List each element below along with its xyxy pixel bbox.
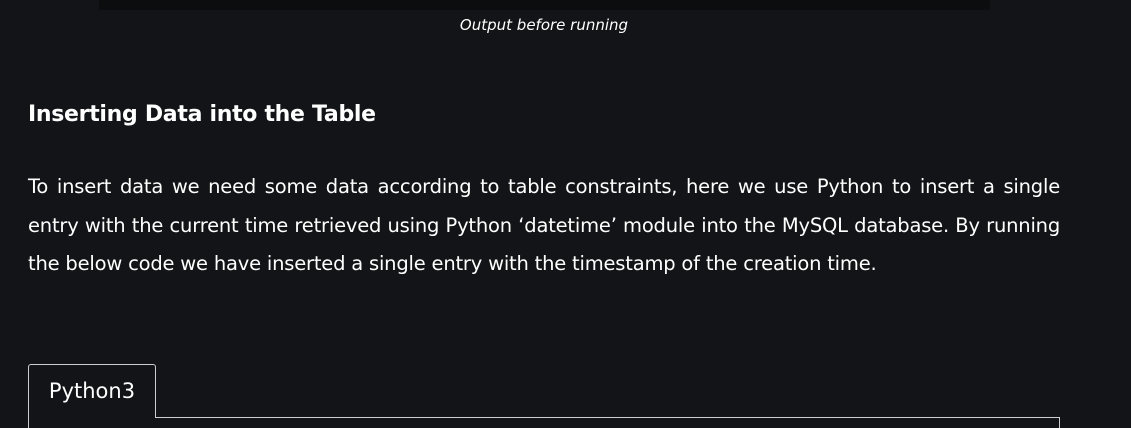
code-block bbox=[28, 417, 1060, 428]
section-heading: Inserting Data into the Table bbox=[28, 102, 376, 127]
tab-python3[interactable]: Python3 bbox=[28, 364, 156, 418]
section-paragraph: To insert data we need some data accordi… bbox=[28, 175, 1060, 275]
output-image bbox=[99, 0, 990, 10]
figure-caption: Output before running bbox=[459, 16, 629, 34]
